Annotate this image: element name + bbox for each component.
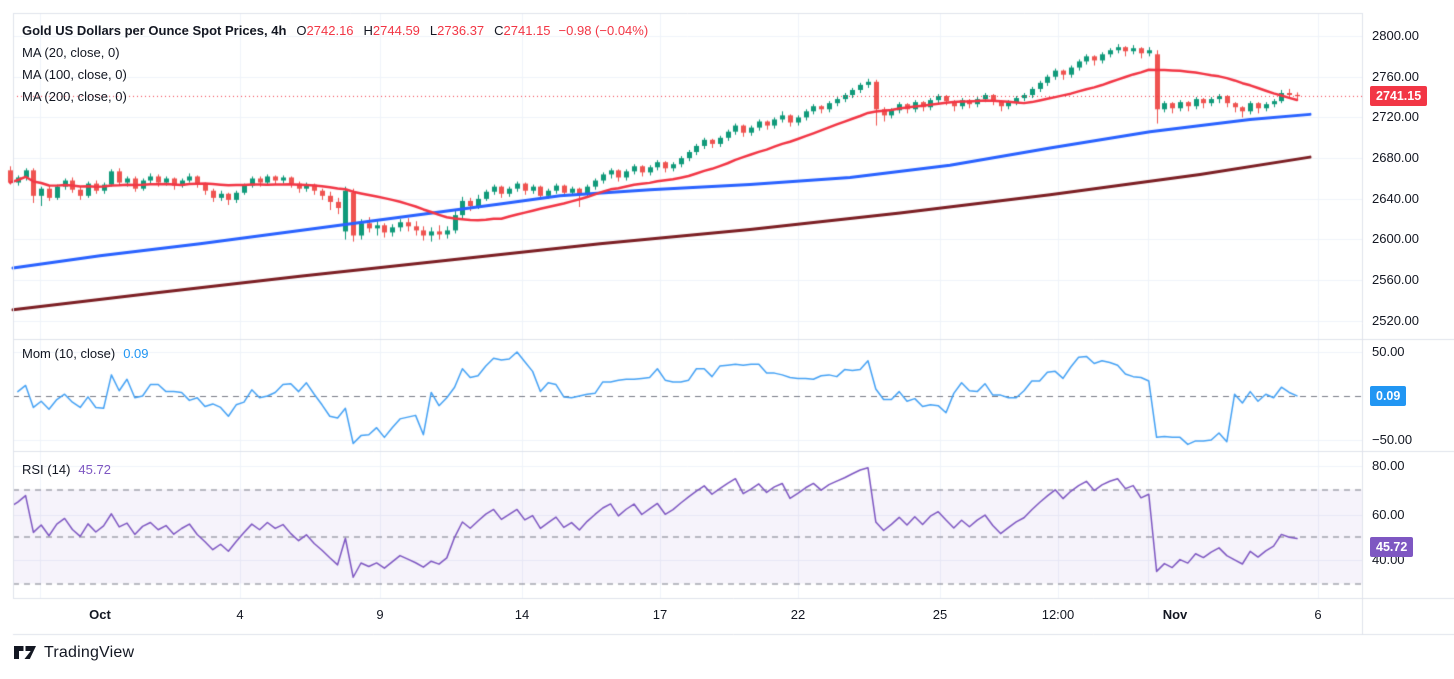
time-tick-label: Nov [1163, 607, 1188, 622]
price-tick-label: 2680.00 [1372, 150, 1419, 166]
tradingview-logo-icon [14, 645, 37, 661]
time-tick-label: Oct [89, 607, 111, 622]
tradingview-chart: Gold US Dollars per Ounce Spot Prices, 4… [0, 0, 1454, 679]
rsi-label: RSI (14) [22, 462, 70, 477]
rsi-value: 45.72 [78, 462, 111, 477]
price-axis[interactable]: 2741.15 0.09 45.72 2800.00 2760.00 2720.00… [1362, 0, 1454, 634]
rsi-value-badge: 45.72 [1370, 537, 1413, 557]
time-tick-label: 17 [653, 607, 667, 622]
tradingview-logo-text: TradingView [44, 644, 134, 662]
time-tick-label: 6 [1314, 607, 1321, 622]
momentum-legend[interactable]: Mom (10, close) 0.09 [22, 346, 149, 361]
ohlc-close: C2741.15 [494, 23, 550, 38]
time-tick-label: 4 [236, 607, 243, 622]
time-axis[interactable]: Oct 4 9 14 17 22 25 12:00 Nov 6 [0, 598, 1362, 634]
price-tick-label: 2560.00 [1372, 272, 1419, 288]
rsi-tick-label: 80.00 [1372, 458, 1405, 474]
momentum-tick-label: −50.00 [1372, 432, 1412, 448]
main-legend: Gold US Dollars per Ounce Spot Prices, 4… [22, 20, 648, 108]
time-tick-label: 25 [933, 607, 947, 622]
ohlc-low: L2736.37 [430, 23, 484, 38]
price-tick-label: 2720.00 [1372, 109, 1419, 125]
price-tick-label: 2520.00 [1372, 313, 1419, 329]
rsi-legend[interactable]: RSI (14) 45.72 [22, 462, 111, 477]
price-tick-label: 2800.00 [1372, 28, 1419, 44]
ohlc-open: O2742.16 [296, 23, 353, 38]
ma20-legend-row[interactable]: MA (20, close, 0) [22, 42, 648, 64]
time-tick-label: 12:00 [1042, 607, 1075, 622]
price-tick-label: 2640.00 [1372, 191, 1419, 207]
time-tick-label: 9 [376, 607, 383, 622]
momentum-value: 0.09 [123, 346, 148, 361]
momentum-label: Mom (10, close) [22, 346, 115, 361]
symbol-legend-row[interactable]: Gold US Dollars per Ounce Spot Prices, 4… [22, 20, 648, 42]
momentum-value-badge: 0.09 [1370, 386, 1406, 406]
time-tick-label: 14 [515, 607, 529, 622]
symbol-title: Gold US Dollars per Ounce Spot Prices, 4… [22, 23, 286, 38]
last-price-badge: 2741.15 [1370, 86, 1427, 106]
momentum-tick-label: 50.00 [1372, 344, 1405, 360]
tradingview-logo[interactable]: TradingView [14, 644, 134, 662]
rsi-tick-label: 60.00 [1372, 507, 1405, 523]
price-tick-label: 2600.00 [1372, 231, 1419, 247]
ohlc-high: H2744.59 [364, 23, 420, 38]
time-tick-label: 22 [791, 607, 805, 622]
ma200-legend-row[interactable]: MA (200, close, 0) [22, 86, 648, 108]
price-tick-label: 2760.00 [1372, 69, 1419, 85]
price-change: −0.98 (−0.04%) [559, 23, 649, 38]
ma100-legend-row[interactable]: MA (100, close, 0) [22, 64, 648, 86]
